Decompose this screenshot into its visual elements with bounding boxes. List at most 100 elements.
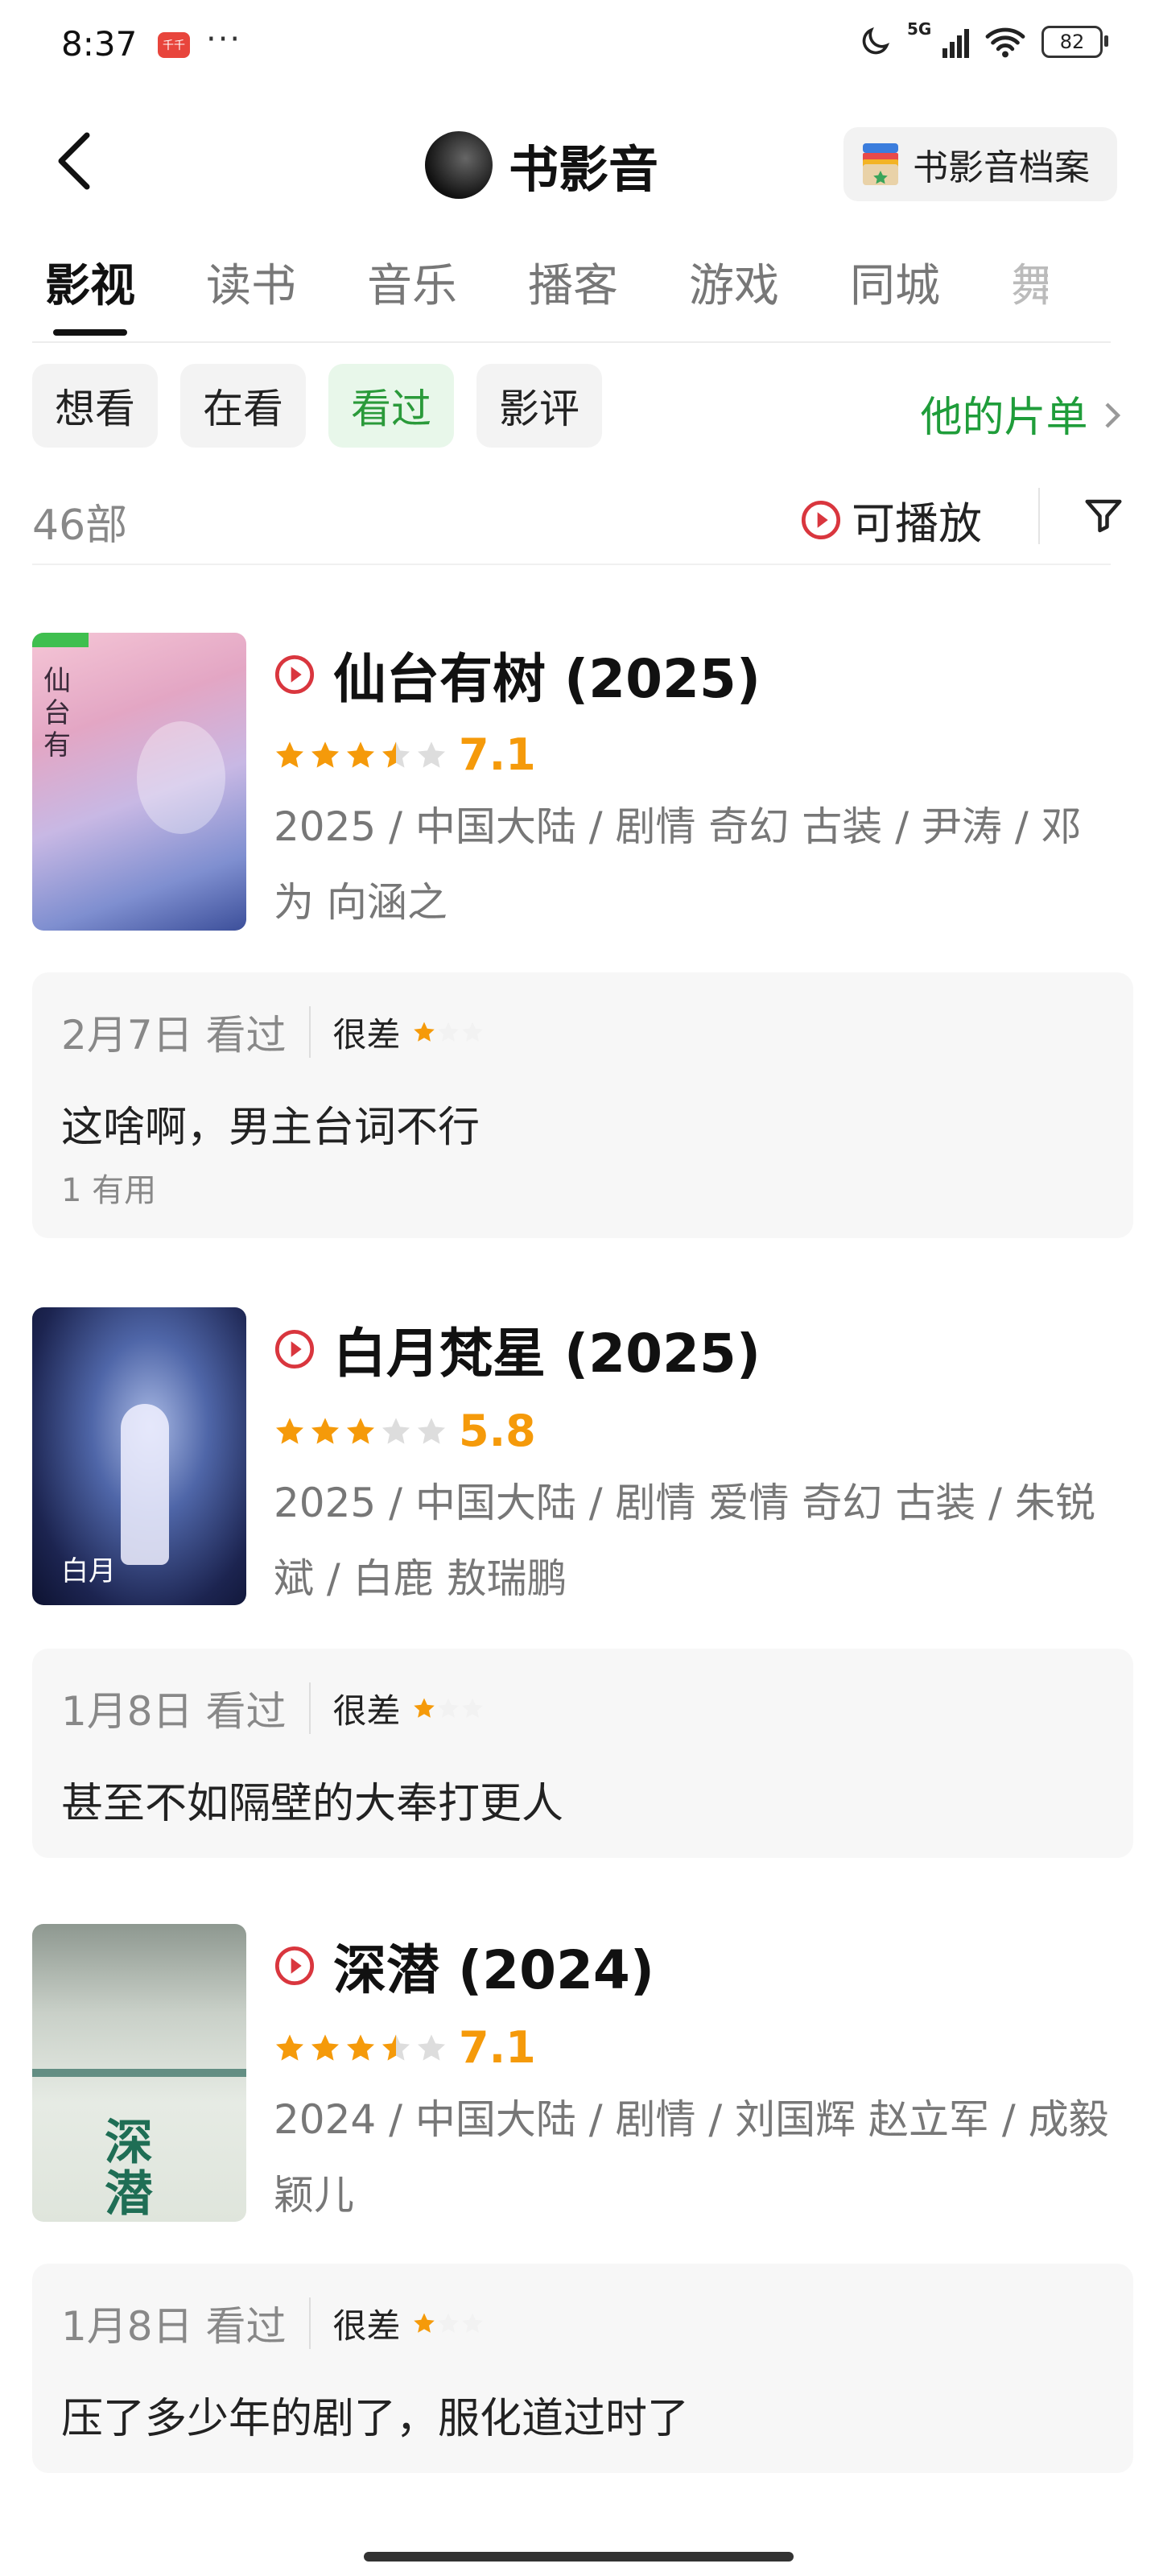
tabs-divider <box>32 341 1111 343</box>
moon-icon <box>862 27 890 55</box>
home-indicator[interactable] <box>364 2552 794 2562</box>
movie-title: 仙台有树 (2025) <box>333 648 761 710</box>
movie-title: 白月梵星 (2025) <box>333 1323 761 1385</box>
status-filters: 想看 在看 看过 影评 <box>32 364 602 448</box>
tab-dance[interactable]: 舞 <box>1011 250 1048 315</box>
play-circle-icon <box>274 1946 315 1986</box>
archive-icon <box>863 143 898 185</box>
tab-games[interactable]: 游戏 <box>689 250 779 315</box>
tab-local[interactable]: 同城 <box>850 250 940 315</box>
battery-icon: 82 <box>1041 26 1108 58</box>
category-tabs: 影视 读书 音乐 播客 游戏 同城 舞 <box>45 250 1048 336</box>
star-half-icon <box>382 741 410 768</box>
more-notifications-icon: ··· <box>206 21 242 58</box>
star-full-icon <box>311 741 339 768</box>
comment-header: 1月8日 看过 很差 <box>61 1679 485 1737</box>
playable-toggle[interactable]: 可播放 <box>800 488 982 551</box>
useful-count[interactable]: 1 有用 <box>61 1164 156 1211</box>
user-avatar[interactable] <box>425 131 493 199</box>
page-title: 书影音 <box>509 140 659 199</box>
user-rating-label: 很差 <box>332 1014 401 1055</box>
star-rating <box>274 739 448 771</box>
poster-image[interactable]: 白月 <box>32 1307 246 1605</box>
comment-card[interactable]: 1月8日 看过 很差 压了多少年的剧了，服化道过时了 <box>32 2264 1133 2473</box>
movie-title-row[interactable]: 深潜 (2024) <box>274 1927 654 2004</box>
star-full-icon <box>413 1698 435 1718</box>
rating-score: 7.1 <box>459 2022 536 2073</box>
his-lists-link[interactable]: 他的片单 <box>920 383 1122 444</box>
rating-row: 7.1 <box>274 729 536 780</box>
star-full-icon <box>413 1022 435 1042</box>
status-indicators: 5G 82 <box>857 19 1108 60</box>
tab-film-tv[interactable]: 影视 <box>45 250 135 336</box>
star-full-icon <box>347 2033 374 2061</box>
list-divider <box>32 564 1111 565</box>
star-empty-icon <box>461 1698 483 1718</box>
comment-date: 1月8日 看过 <box>61 1688 287 1735</box>
star-empty-icon <box>437 1022 459 1042</box>
filter-watching[interactable]: 在看 <box>180 364 306 448</box>
filter-icon[interactable] <box>1082 494 1125 538</box>
signal-icon: 5G <box>907 19 969 58</box>
tab-books[interactable]: 读书 <box>206 250 296 315</box>
play-circle-icon <box>274 654 315 695</box>
star-empty-icon <box>461 2313 483 2333</box>
user-rating-label: 很差 <box>332 1690 401 1731</box>
archive-label: 书影音档案 <box>913 147 1090 188</box>
movie-meta: 2024 / 中国大陆 / 剧情 / 刘国辉 赵立军 / 成毅 颖儿 <box>274 2096 1109 2219</box>
chevron-right-icon <box>1105 402 1121 428</box>
movie-title-row[interactable]: 白月梵星 (2025) <box>274 1311 761 1388</box>
star-full-icon <box>413 2313 435 2333</box>
star-full-icon <box>276 1417 303 1444</box>
page-header: 书影音 <box>425 129 658 201</box>
star-empty-icon <box>461 1022 483 1042</box>
comment-header: 2月7日 看过 很差 <box>61 1003 485 1061</box>
filter-watched[interactable]: 看过 <box>328 364 454 448</box>
archive-button[interactable]: 书影音档案 <box>843 127 1117 201</box>
comment-text: 压了多少年的剧了，服化道过时了 <box>61 2395 690 2443</box>
comment-text: 甚至不如隔壁的大奉打更人 <box>61 1780 564 1828</box>
wifi-icon <box>985 27 1025 58</box>
notification-app-icon: 千千 <box>158 32 190 58</box>
movie-title-row[interactable]: 仙台有树 (2025) <box>274 636 761 713</box>
comment-header: 1月8日 看过 很差 <box>61 2294 485 2352</box>
star-rating <box>274 2032 448 2064</box>
playable-label: 可播放 <box>852 498 982 549</box>
star-full-icon <box>276 2033 303 2061</box>
rating-score: 7.1 <box>459 729 536 780</box>
tab-music[interactable]: 音乐 <box>367 250 457 315</box>
star-full-icon <box>276 741 303 768</box>
star-empty-icon <box>382 1417 410 1444</box>
his-lists-label: 他的片单 <box>920 394 1088 442</box>
comment-card[interactable]: 1月8日 看过 很差 甚至不如隔壁的大奉打更人 <box>32 1649 1133 1858</box>
item-count: 46部 <box>32 502 128 550</box>
network-type-label: 5G <box>907 19 932 39</box>
star-full-icon <box>311 1417 339 1444</box>
toolbar-separator <box>1038 488 1040 544</box>
star-empty-icon <box>437 2313 459 2333</box>
comment-date: 1月8日 看过 <box>61 2303 287 2350</box>
rating-row: 7.1 <box>274 2022 536 2073</box>
poster-image[interactable]: 仙台有 <box>32 633 246 931</box>
comment-card[interactable]: 2月7日 看过 很差 这啥啊，男主台词不行 1 有用 <box>32 972 1133 1238</box>
play-circle-icon <box>801 500 841 539</box>
star-half-icon <box>382 2033 410 2061</box>
tab-podcast[interactable]: 播客 <box>528 250 618 315</box>
filter-want[interactable]: 想看 <box>32 364 158 448</box>
star-full-icon <box>311 2033 339 2061</box>
comment-date: 2月7日 看过 <box>61 1012 287 1059</box>
star-empty-icon <box>418 741 445 768</box>
star-full-icon <box>347 1417 374 1444</box>
poster-image[interactable]: 深潜 <box>32 1924 246 2222</box>
filter-reviews[interactable]: 影评 <box>476 364 602 448</box>
comment-text: 这啥啊，男主台词不行 <box>61 1104 481 1152</box>
rating-row: 5.8 <box>274 1406 536 1456</box>
status-time: 8:37 <box>61 24 138 64</box>
movie-meta: 2025 / 中国大陆 / 剧情 爱情 奇幻 古装 / 朱锐斌 / 白鹿 敖瑞鹏 <box>274 1480 1095 1602</box>
back-arrow-icon[interactable] <box>52 129 100 193</box>
star-empty-icon <box>418 1417 445 1444</box>
play-circle-icon <box>274 1329 315 1369</box>
user-rating-label: 很差 <box>332 2306 401 2346</box>
rating-score: 5.8 <box>459 1406 536 1456</box>
movie-meta: 2025 / 中国大陆 / 剧情 奇幻 古装 / 尹涛 / 邓为 向涵之 <box>274 803 1082 926</box>
